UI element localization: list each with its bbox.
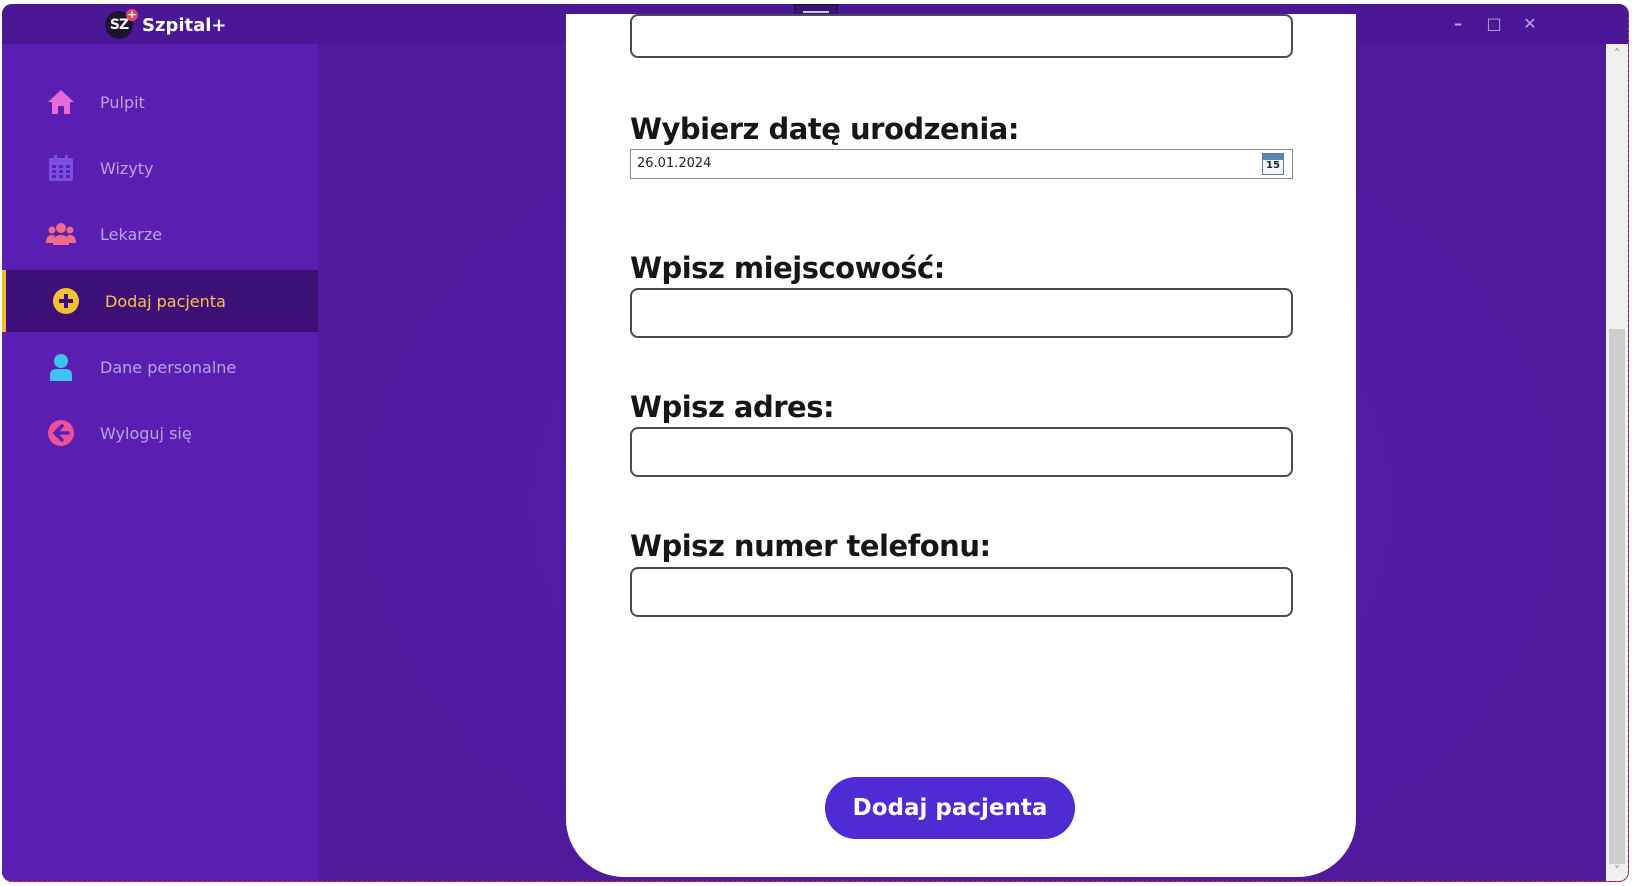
- home-icon: [48, 90, 74, 114]
- minimize-button[interactable]: –: [1447, 13, 1469, 35]
- user-icon: [50, 354, 72, 381]
- scrollbar-thumb[interactable]: [1609, 329, 1625, 864]
- logout-icon: [48, 420, 74, 446]
- phone-input[interactable]: [630, 567, 1293, 617]
- scroll-up-icon[interactable]: ˄: [1606, 46, 1628, 62]
- previous-field-input[interactable]: [630, 14, 1293, 58]
- sidebar-item-label: Dane personalne: [100, 357, 237, 377]
- users-icon: [46, 223, 76, 245]
- sidebar-item-pulpit[interactable]: Pulpit: [2, 71, 318, 133]
- scroll-down-icon[interactable]: ˅: [1606, 863, 1628, 879]
- maximize-button[interactable]: □: [1483, 13, 1505, 35]
- phone-label: Wpisz numer telefonu:: [630, 529, 991, 563]
- main-content: Wybierz datę urodzenia: 26.01.2024 15 Wp…: [318, 14, 1606, 881]
- form-card: Wybierz datę urodzenia: 26.01.2024 15 Wp…: [566, 14, 1356, 877]
- calendar-icon: [49, 155, 73, 181]
- vertical-scrollbar[interactable]: ˄ ˅: [1606, 44, 1628, 881]
- address-label: Wpisz adres:: [630, 390, 835, 424]
- sidebar-item-wizyty[interactable]: Wizyty: [2, 137, 318, 199]
- birthdate-picker[interactable]: 26.01.2024 15: [630, 149, 1293, 179]
- sidebar-item-dodaj-pacjenta[interactable]: Dodaj pacjenta: [2, 270, 318, 332]
- calendar-icon[interactable]: 15: [1262, 153, 1284, 175]
- sidebar-item-label: Wizyty: [100, 158, 154, 178]
- sidebar-item-label: Pulpit: [100, 92, 145, 112]
- app-title: Szpital+: [142, 15, 227, 36]
- sidebar-item-dane-personalne[interactable]: Dane personalne: [2, 336, 318, 398]
- sidebar-item-wyloguj[interactable]: Wyloguj się: [2, 402, 318, 464]
- plus-circle-icon: [53, 288, 79, 314]
- sidebar-item-label: Lekarze: [100, 224, 163, 244]
- app-window: SZ + Szpital+ – □ ✕ Pulpit Wizyty Lekarz…: [2, 4, 1629, 882]
- sidebar: Pulpit Wizyty Lekarze Dodaj pacjenta Dan…: [2, 44, 319, 881]
- sidebar-item-label: Dodaj pacjenta: [105, 291, 226, 311]
- birthdate-label: Wybierz datę urodzenia:: [630, 112, 1019, 146]
- sidebar-item-lekarze[interactable]: Lekarze: [2, 203, 318, 265]
- add-patient-button[interactable]: Dodaj pacjenta: [825, 777, 1075, 839]
- sidebar-item-label: Wyloguj się: [100, 423, 192, 443]
- close-button[interactable]: ✕: [1519, 13, 1541, 35]
- birthdate-value: 26.01.2024: [637, 156, 712, 171]
- logo-badge: +: [126, 8, 138, 21]
- calendar-day: 15: [1266, 160, 1280, 171]
- city-input[interactable]: [630, 288, 1293, 338]
- city-label: Wpisz miejscowość:: [630, 251, 945, 285]
- address-input[interactable]: [630, 427, 1293, 477]
